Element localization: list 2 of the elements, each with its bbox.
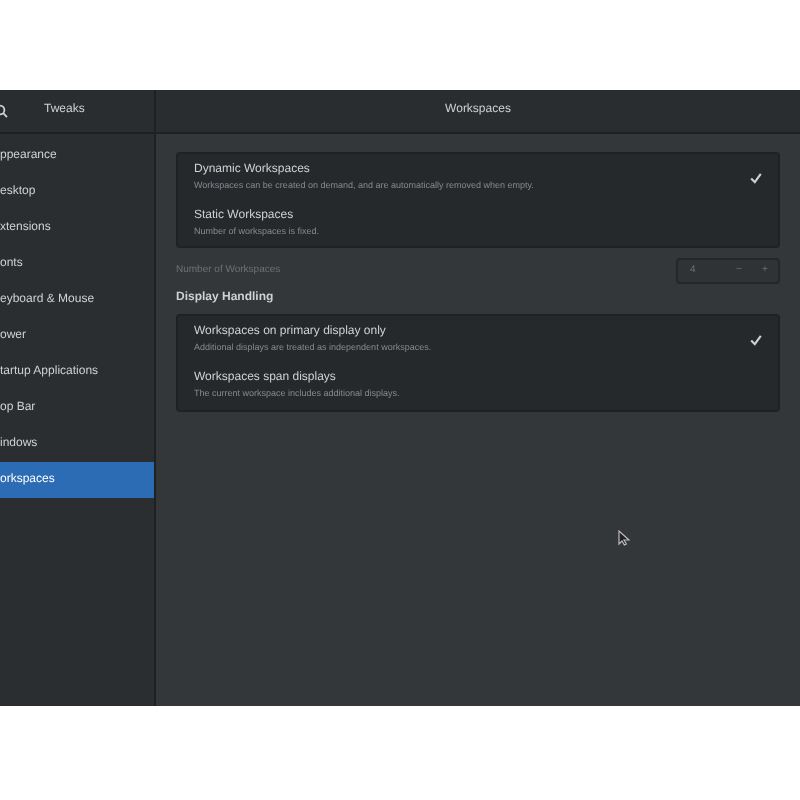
search-icon[interactable] xyxy=(0,104,8,118)
mouse-pointer-icon xyxy=(618,530,630,546)
